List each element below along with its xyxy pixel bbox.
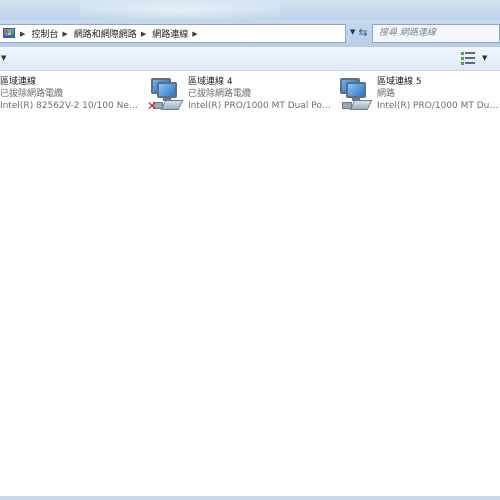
- connection-name: 區域連線 5: [377, 77, 422, 87]
- connection-status: 已拔除網路電纜: [0, 89, 64, 99]
- command-bar: ▼ ▼: [0, 47, 500, 71]
- change-view-icon[interactable]: [461, 52, 477, 65]
- view-options-dropdown-icon[interactable]: ▼: [482, 54, 487, 62]
- breadcrumb-item-network-internet[interactable]: 網路和網際網路: [74, 27, 137, 40]
- list-item[interactable]: 區域連線 5 網路 Intel(R) PRO/1000 MT Dual Pa..…: [336, 76, 500, 116]
- control-panel-icon: [2, 27, 16, 40]
- connection-status: 已拔除網路電纜: [188, 89, 252, 99]
- red-x-icon: ✕: [147, 99, 158, 113]
- connection-device: Intel(R) PRO/1000 MT Dual Pa...: [377, 101, 500, 111]
- connection-name: 區域連線: [0, 77, 37, 87]
- network-adapter-icon: [336, 76, 374, 114]
- breadcrumb-item-network-connections[interactable]: 網路連線: [152, 27, 188, 40]
- search-input[interactable]: 搜尋 網路連線: [372, 24, 500, 43]
- connection-device: Intel(R) PRO/1000 MT Dual Port...: [188, 101, 332, 111]
- window-bottom-border: [0, 496, 500, 500]
- breadcrumb-separator-icon[interactable]: ▶: [141, 30, 146, 38]
- navigation-bar: ▶ 控制台 ▶ 網路和網際網路 ▶ 網路連線 ▶ ▼ ⇆ 搜尋 網路連線: [0, 20, 500, 47]
- address-bar[interactable]: ▶ 控制台 ▶ 網路和網際網路 ▶ 網路連線 ▶: [0, 24, 346, 43]
- list-item[interactable]: ✕ 區域連線 4 已拔除網路電纜 Intel(R) PRO/1000 MT Du…: [147, 76, 337, 116]
- connection-status: 網路: [377, 89, 396, 99]
- title-bar-gloss: [80, 0, 280, 20]
- breadcrumb-item-control-panel[interactable]: 控制台: [31, 27, 58, 40]
- network-adapter-icon: ✕: [147, 76, 185, 114]
- list-item[interactable]: 區域連線 已拔除網路電纜 Intel(R) 82562V-2 10/100 Ne…: [0, 76, 140, 116]
- title-bar: [0, 0, 500, 20]
- refresh-icon[interactable]: ⇆: [356, 26, 370, 40]
- breadcrumb-separator-icon[interactable]: ▶: [20, 30, 25, 38]
- breadcrumb-separator-icon[interactable]: ▶: [62, 30, 67, 38]
- address-history-dropdown-icon[interactable]: ▼: [350, 28, 355, 36]
- organize-dropdown-icon[interactable]: ▼: [1, 54, 6, 62]
- breadcrumb-separator-icon[interactable]: ▶: [192, 30, 197, 38]
- connection-name: 區域連線 4: [188, 77, 233, 87]
- connection-device: Intel(R) 82562V-2 10/100 Netw...: [0, 101, 138, 111]
